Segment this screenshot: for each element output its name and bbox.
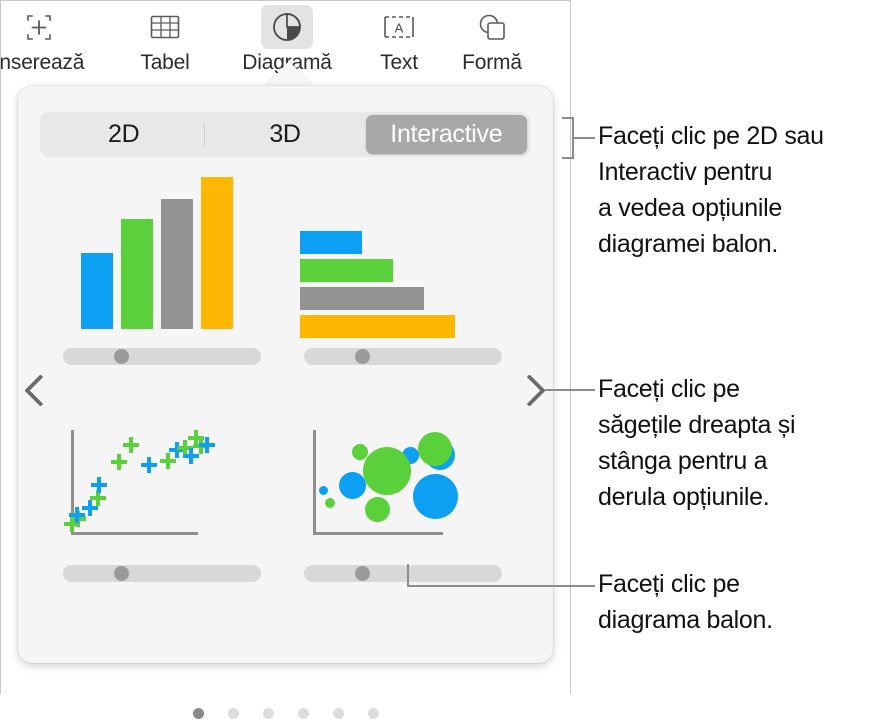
interactive-bubble-chart-thumbnail[interactable]: [300, 412, 506, 582]
toolbar-item-label: Inserează: [1, 51, 85, 74]
pager-dot[interactable]: [192, 708, 204, 719]
scatter-marker: [199, 437, 215, 453]
chart-picker-popover: 2D 3D Interactive: [18, 86, 553, 719]
bubble-marker: [365, 497, 390, 522]
callout-line: săgețile dreapta și: [598, 411, 796, 439]
scatter-marker: [91, 477, 107, 493]
scatter-marker: [123, 437, 139, 453]
callout-line: derula opțiunile.: [598, 483, 770, 511]
segment-3d[interactable]: 3D: [204, 115, 365, 154]
column-bar-2: [121, 219, 153, 329]
row-bar-2: [300, 259, 393, 282]
slider-knob[interactable]: [355, 566, 370, 581]
svg-text:A: A: [395, 21, 404, 36]
shape-icon: [466, 5, 518, 49]
popover-pointer: [265, 61, 313, 86]
segment-2d[interactable]: 2D: [43, 115, 204, 154]
interactive-column-chart-thumbnail[interactable]: [59, 177, 265, 365]
bubble-marker: [418, 432, 452, 466]
scatter-marker: [141, 457, 157, 473]
callout-line: diagramei balon.: [598, 230, 779, 258]
row-bar-1: [300, 231, 362, 254]
slider-knob[interactable]: [355, 349, 370, 364]
callout-line: diagrama balon.: [598, 606, 773, 634]
bubble-marker: [339, 472, 366, 499]
chart-type-segmented-control[interactable]: 2D 3D Interactive: [40, 112, 530, 157]
previous-page-arrow[interactable]: [20, 364, 60, 416]
scatter-marker: [111, 454, 127, 470]
text-box-icon: A: [373, 5, 425, 49]
pager-dot[interactable]: [297, 708, 309, 719]
toolbar-item-label: M: [549, 50, 570, 76]
x-axis: [71, 532, 198, 535]
callout-2-leader: [545, 389, 595, 391]
callout-1-leader: [573, 137, 595, 139]
slider-knob[interactable]: [114, 566, 129, 581]
column-chart-art: [59, 177, 265, 329]
pager-dot[interactable]: [262, 708, 274, 719]
toolbar-item-text[interactable]: A Text: [351, 5, 447, 81]
toolbar-item-label: Text: [380, 51, 418, 74]
toolbar-item-insert[interactable]: Inserează: [1, 5, 87, 81]
next-page-arrow[interactable]: [509, 364, 549, 416]
insert-icon: [13, 5, 65, 49]
pager-dots: [18, 708, 553, 719]
chevron-left-icon: [23, 373, 57, 407]
bar-chart-slider[interactable]: [304, 348, 502, 365]
chevron-right-icon: [512, 373, 546, 407]
toolbar-item-table[interactable]: Tabel: [117, 5, 213, 81]
row-bar-3: [300, 287, 424, 310]
callout-segmented: Faceți clic pe 2D sau Interactiv pentru …: [598, 118, 824, 262]
toolbar-item-label: Tabel: [140, 51, 190, 74]
scatter-chart-slider[interactable]: [63, 565, 261, 582]
slider-knob[interactable]: [114, 349, 129, 364]
bar-chart-art: [300, 195, 506, 338]
bubble-marker: [325, 498, 335, 508]
column-chart-slider[interactable]: [63, 348, 261, 365]
bubble-chart-slider[interactable]: [304, 565, 502, 582]
pager-dot[interactable]: [367, 708, 379, 719]
segment-interactive[interactable]: Interactive: [365, 115, 527, 154]
bubble-marker: [363, 447, 411, 495]
pager-dot[interactable]: [332, 708, 344, 719]
column-bar-1: [81, 253, 113, 329]
callout-3-leader-horizontal: [407, 585, 595, 587]
callout-line: Faceți clic pe: [598, 570, 740, 598]
bubble-chart-art: [300, 412, 506, 546]
toolbar-item-shape[interactable]: Formă: [444, 5, 540, 81]
toolbar-item-media[interactable]: M: [549, 5, 570, 81]
callout-1-bracket-top: [562, 117, 573, 119]
bubble-marker: [319, 486, 328, 495]
interactive-bar-chart-thumbnail[interactable]: [300, 195, 506, 365]
callout-3-leader-vertical: [407, 564, 409, 587]
scatter-chart-art: [59, 412, 265, 546]
callout-line: Interactiv pentru: [598, 158, 773, 186]
table-icon: [139, 5, 191, 49]
bubble-marker: [413, 474, 458, 519]
callout-line: stânga pentru a: [598, 447, 768, 475]
row-bar-4: [300, 315, 455, 338]
callout-line: Faceți clic pe: [598, 375, 740, 403]
callout-arrows: Faceți clic pe săgețile dreapta și stâng…: [598, 371, 796, 515]
callout-1-bracket-bottom: [562, 157, 573, 159]
callout-line: Faceți clic pe 2D sau: [598, 122, 824, 150]
y-axis: [313, 430, 316, 535]
callout-bubble: Faceți clic pe diagrama balon.: [598, 566, 773, 638]
column-bar-4: [201, 177, 233, 329]
interactive-scatter-chart-thumbnail[interactable]: [59, 412, 265, 582]
chart-pie-icon: [261, 5, 313, 49]
pager-dot[interactable]: [227, 708, 239, 719]
callout-line: a vedea opțiunile: [598, 194, 782, 222]
x-axis: [313, 532, 443, 535]
toolbar-item-label: Formă: [462, 51, 522, 74]
column-bar-3: [161, 199, 193, 329]
